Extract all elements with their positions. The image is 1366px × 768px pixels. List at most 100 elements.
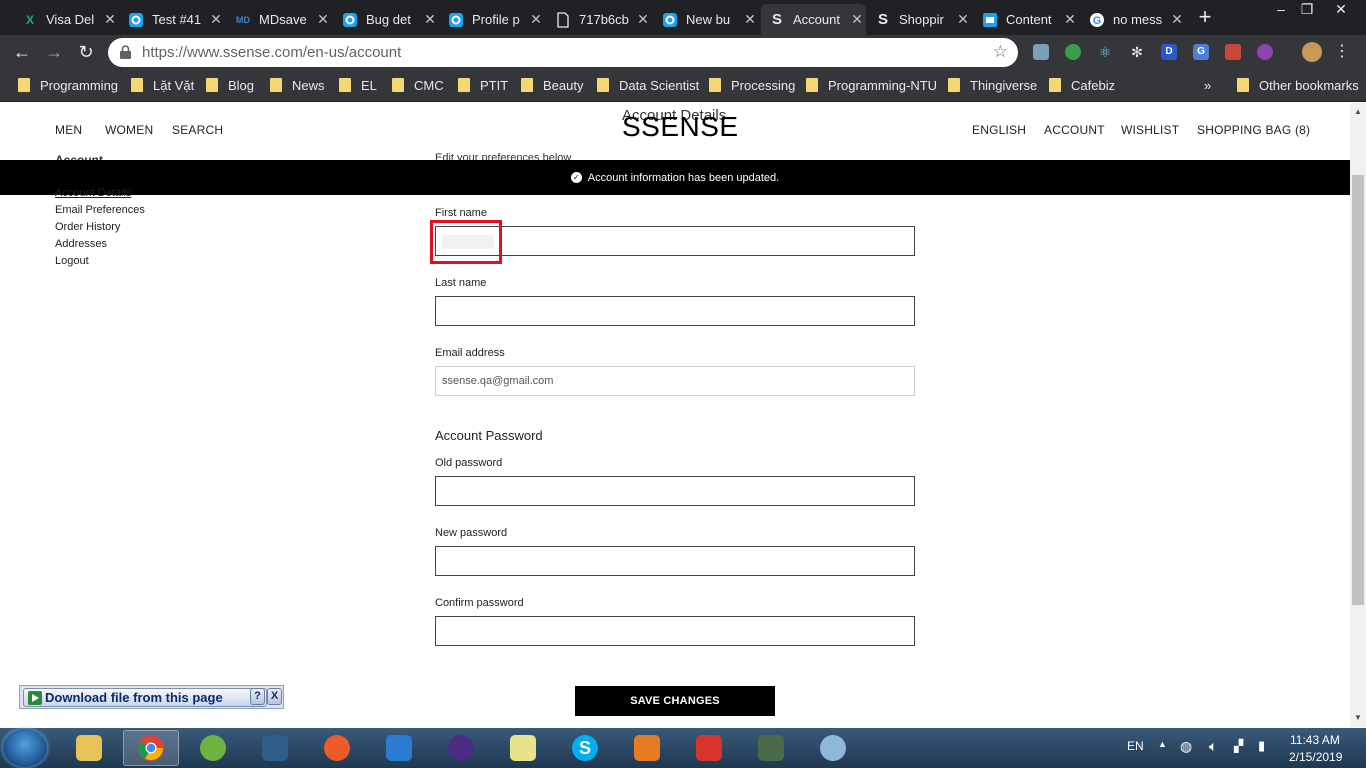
first-name-field[interactable] — [435, 226, 915, 256]
chrome-icon[interactable] — [123, 730, 179, 766]
sidebar-item-order-history[interactable]: Order History — [55, 221, 120, 233]
bookmark-folder[interactable]: Data Scientist — [597, 76, 699, 94]
close-tab-icon[interactable]: ✕ — [634, 11, 652, 28]
close-tab-icon[interactable]: ✕ — [207, 11, 225, 28]
other-bookmarks[interactable]: Other bookmarks — [1237, 76, 1359, 94]
close-tab-icon[interactable]: ✕ — [954, 11, 972, 28]
close-tab-icon[interactable]: ✕ — [101, 11, 119, 28]
close-tab-icon[interactable]: ✕ — [421, 11, 439, 28]
forward-button[interactable]: → — [42, 40, 66, 64]
clock-date[interactable]: 2/15/2019 — [1289, 750, 1342, 764]
security-shield-icon[interactable] — [681, 730, 737, 766]
browser-tab-active[interactable]: S Account ✕ — [761, 4, 866, 35]
browser-tab[interactable]: Bug det ✕ — [334, 4, 439, 35]
window-close-icon[interactable]: ✕ — [1326, 0, 1356, 18]
nav-women[interactable]: WOMEN — [105, 123, 153, 137]
clock-time[interactable]: 11:43 AM — [1290, 733, 1340, 747]
nav-wishlist[interactable]: WISHLIST — [1121, 123, 1179, 137]
eclipse-icon[interactable] — [433, 730, 489, 766]
close-tab-icon[interactable]: ✕ — [848, 11, 866, 28]
browser-tab[interactable]: S Shoppir ✕ — [867, 4, 972, 35]
close-tab-icon[interactable]: ✕ — [1061, 11, 1079, 28]
close-tab-icon[interactable]: ✕ — [527, 11, 545, 28]
close-tab-icon[interactable]: ✕ — [1168, 11, 1186, 28]
language-indicator[interactable]: EN — [1127, 739, 1144, 753]
scrollbar-thumb[interactable] — [1352, 175, 1364, 605]
extension-icon[interactable] — [1225, 44, 1241, 60]
close-tab-icon[interactable]: ✕ — [741, 11, 759, 28]
sidebar-item-account-details[interactable]: Account Details — [55, 187, 131, 199]
bookmark-folder[interactable]: Cafebiz — [1049, 76, 1115, 94]
bookmark-folder[interactable]: Lặt Vặt — [131, 76, 194, 94]
nav-english[interactable]: ENGLISH — [972, 123, 1026, 137]
scroll-up-icon[interactable]: ▲ — [1354, 107, 1362, 116]
sidebar-item-addresses[interactable]: Addresses — [55, 238, 107, 250]
reload-button[interactable]: ↻ — [74, 40, 98, 64]
browser-tab[interactable]: Gno mess ✕ — [1081, 4, 1186, 35]
browser-tab[interactable]: Content ✕ — [974, 4, 1079, 35]
avatar[interactable] — [1302, 42, 1322, 62]
browser-tab[interactable]: 717b6cb ✕ — [547, 4, 652, 35]
signal-icon[interactable]: ▞ — [1234, 739, 1243, 753]
bookmark-folder[interactable]: Processing — [709, 76, 795, 94]
last-name-field[interactable] — [435, 296, 915, 326]
address-bar[interactable]: ☆ — [108, 38, 1018, 67]
old-password-field[interactable] — [435, 476, 915, 506]
bookmark-folder[interactable]: News — [270, 76, 325, 94]
bookmark-star-icon[interactable]: ☆ — [993, 42, 1008, 62]
sidebar-item-email-preferences[interactable]: Email Preferences — [55, 204, 145, 216]
browser-tab[interactable]: Test #41 ✕ — [120, 4, 225, 35]
monitor-icon[interactable] — [743, 730, 799, 766]
browser-tab[interactable]: X Visa Del ✕ — [14, 4, 119, 35]
email-field[interactable] — [435, 366, 915, 396]
mysql-workbench-icon[interactable] — [247, 730, 303, 766]
nav-men[interactable]: MEN — [55, 123, 82, 137]
page-scrollbar[interactable]: ▲ ▼ — [1350, 103, 1366, 727]
bookmark-folder[interactable]: Thingiverse — [948, 76, 1037, 94]
extension-icon[interactable] — [1257, 44, 1273, 60]
sticky-notes-icon[interactable] — [495, 730, 551, 766]
url-input[interactable] — [142, 42, 962, 63]
new-password-field[interactable] — [435, 546, 915, 576]
nav-account[interactable]: ACCOUNT — [1044, 123, 1105, 137]
download-file-button[interactable]: Download file from this page — [23, 688, 267, 707]
skype-icon[interactable]: S — [557, 730, 613, 766]
browser-tab[interactable]: New bu ✕ — [654, 4, 759, 35]
scroll-down-icon[interactable]: ▼ — [1354, 713, 1362, 722]
help-button[interactable]: ? — [250, 688, 265, 705]
spring-tool-icon[interactable] — [185, 730, 241, 766]
extension-icon[interactable]: ✻ — [1129, 44, 1145, 60]
close-tab-icon[interactable]: ✕ — [314, 11, 332, 28]
menu-icon[interactable]: ⋮ — [1330, 40, 1354, 64]
bookmark-folder[interactable]: Beauty — [521, 76, 583, 94]
file-explorer-icon[interactable] — [61, 730, 117, 766]
back-button[interactable]: ← — [10, 40, 34, 64]
site-logo[interactable]: SSENSE — [622, 111, 739, 143]
nav-search[interactable]: SEARCH — [172, 123, 223, 137]
foxit-pdf-icon[interactable] — [619, 730, 675, 766]
close-button[interactable]: X — [267, 688, 282, 705]
translate-icon[interactable]: G — [1193, 44, 1209, 60]
new-tab-button[interactable]: + — [1192, 5, 1218, 31]
bookmark-folder[interactable]: Blog — [206, 76, 254, 94]
confirm-password-field[interactable] — [435, 616, 915, 646]
network-globe-icon[interactable]: ◍ — [1180, 738, 1192, 755]
vscode-icon[interactable] — [371, 730, 427, 766]
bookmark-folder[interactable]: Programming-NTU — [806, 76, 937, 94]
bookmark-folder[interactable]: CMC — [392, 76, 444, 94]
bookmark-folder[interactable]: PTIT — [458, 76, 508, 94]
save-changes-button[interactable]: SAVE CHANGES — [575, 686, 775, 716]
tray-expand-icon[interactable]: ▲ — [1158, 739, 1167, 749]
sidebar-item-logout[interactable]: Logout — [55, 255, 89, 267]
restore-icon[interactable]: ❐ — [1292, 0, 1322, 18]
battery-icon[interactable]: ▮ — [1258, 738, 1265, 754]
postman-icon[interactable] — [309, 730, 365, 766]
browser-tab[interactable]: MD MDsave ✕ — [227, 4, 332, 35]
extension-icon[interactable]: D — [1161, 44, 1177, 60]
nav-shopping-bag[interactable]: SHOPPING BAG (8) — [1197, 123, 1310, 137]
react-devtools-icon[interactable]: ⚛ — [1097, 44, 1113, 60]
extension-icon[interactable] — [1033, 44, 1049, 60]
browser-tab[interactable]: Profile p ✕ — [440, 4, 545, 35]
paint-icon[interactable] — [805, 730, 861, 766]
volume-icon[interactable]: 🔈︎ — [1209, 738, 1217, 755]
